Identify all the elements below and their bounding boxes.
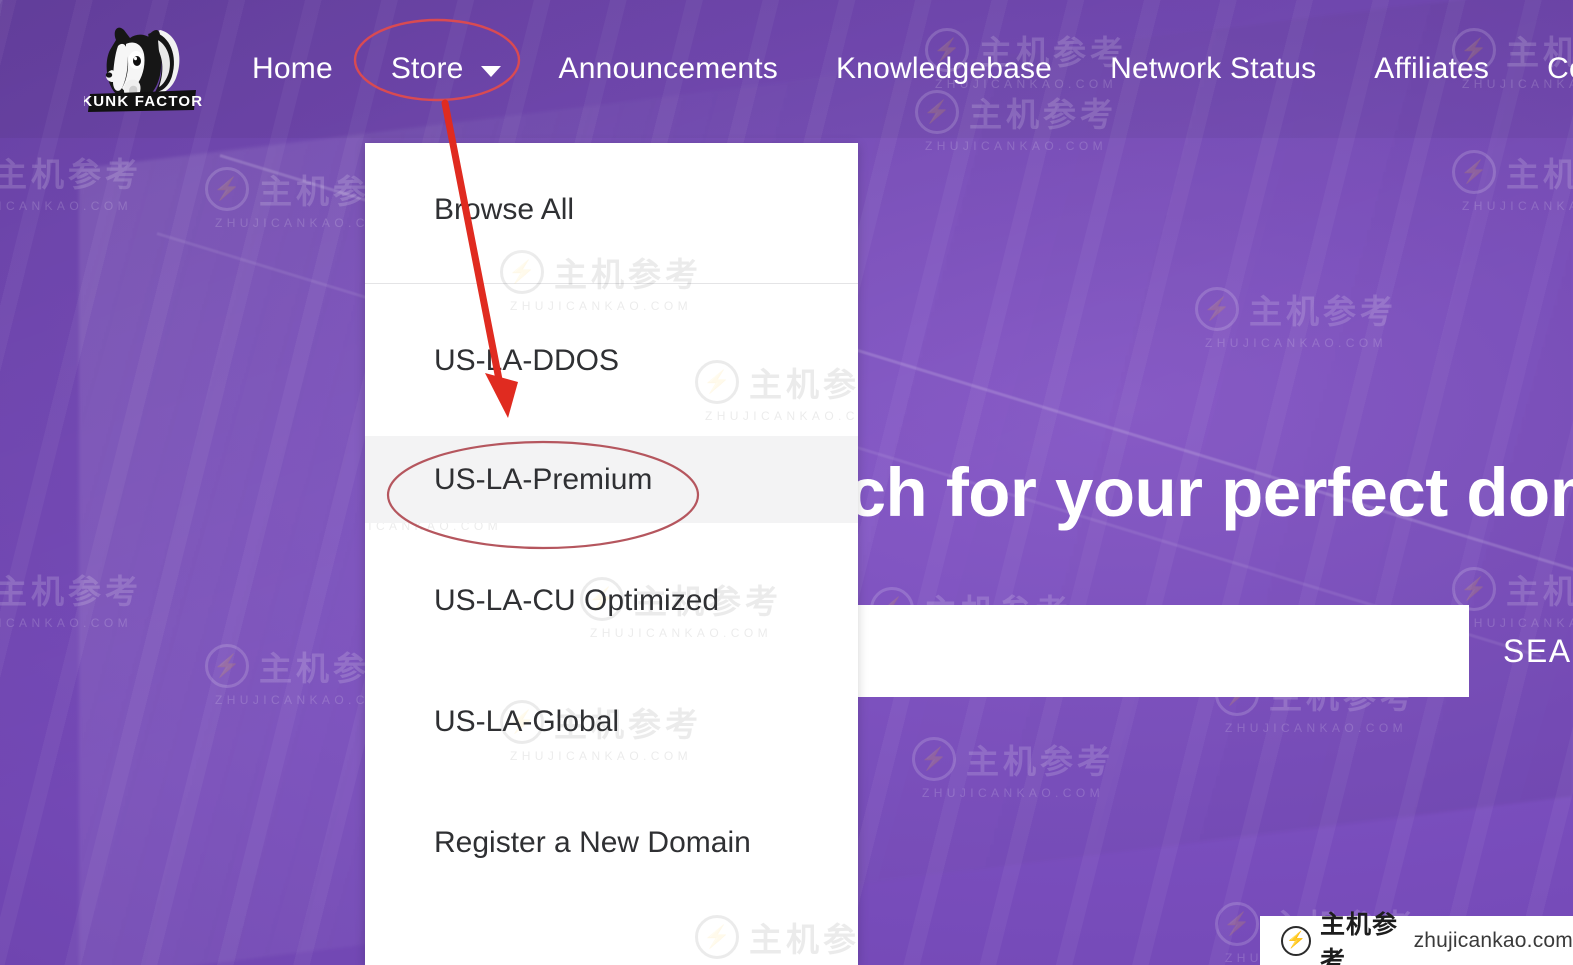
dropdown-spacer bbox=[365, 523, 858, 557]
nav-label: Home bbox=[252, 52, 333, 85]
badge-domain-label: zhujicankao.com bbox=[1413, 928, 1573, 952]
dropdown-item-label: US-LA-CU Optimized bbox=[434, 583, 720, 617]
dropdown-item-us-la-global[interactable]: US-LA-Global bbox=[365, 678, 858, 765]
nav-label: Announcements bbox=[558, 52, 778, 85]
dropdown-item-us-la-premium[interactable]: US-LA-Premium bbox=[365, 436, 858, 523]
search-button[interactable]: SEARCH bbox=[1469, 605, 1573, 697]
dropdown-item-label: US-LA-DDOS bbox=[434, 343, 620, 377]
page-root: 主机参考 ZHUJICANKAO.COM 主机参考 ZHUJICANKAO.CO… bbox=[0, 0, 1573, 965]
badge-cn-label: 主机参考 bbox=[1320, 910, 1399, 965]
nav-item-announcements[interactable]: Announcements bbox=[530, 52, 807, 86]
dropdown-item-us-la-ddos[interactable]: US-LA-DDOS bbox=[365, 317, 858, 404]
dropdown-spacer bbox=[365, 644, 858, 678]
nav-label: Network Status bbox=[1110, 52, 1317, 85]
nav-item-affiliates[interactable]: Affiliates bbox=[1345, 52, 1518, 86]
svg-text:SKUNK FACTORY: SKUNK FACTORY bbox=[84, 93, 202, 110]
nav-item-network-status[interactable]: Network Status bbox=[1081, 52, 1345, 86]
main-navigation: Home Store Announcements Knowledgebase N… bbox=[248, 0, 1573, 138]
dropdown-item-label: US-LA-Premium bbox=[434, 462, 653, 496]
watermark-cn: 主机参考 bbox=[749, 921, 858, 958]
lightning-circle-icon bbox=[695, 915, 739, 959]
nav-item-knowledgebase[interactable]: Knowledgebase bbox=[807, 52, 1081, 86]
store-dropdown-menu: 主机参考 ZHUJICANKAO.COM 主机参考 ZHUJICANKAO.CO… bbox=[365, 143, 858, 965]
watermark-tile: 主机参考 ZHUJICANKAO.COM bbox=[695, 913, 858, 965]
nav-label: Knowledgebase bbox=[835, 52, 1053, 85]
dropdown-spacer bbox=[365, 404, 858, 436]
dropdown-item-browse-all[interactable]: Browse All bbox=[365, 143, 858, 267]
dropdown-item-label: US-LA-Global bbox=[434, 704, 620, 738]
dropdown-item-register-new-domain[interactable]: Register a New Domain bbox=[365, 799, 858, 886]
nav-item-home[interactable]: Home bbox=[248, 52, 362, 86]
lightning-circle-icon bbox=[1281, 925, 1311, 956]
dropdown-item-label: Register a New Domain bbox=[434, 825, 751, 859]
dropdown-spacer bbox=[365, 284, 858, 317]
site-header: SKUNK FACTORY Home Store Announcements K… bbox=[0, 0, 1573, 138]
dropdown-item-label: Browse All bbox=[434, 193, 575, 226]
nav-label: Store bbox=[390, 52, 464, 85]
nav-label: Affiliates bbox=[1374, 52, 1490, 85]
nav-item-store[interactable]: Store bbox=[362, 52, 530, 86]
dropdown-item-us-la-cu-optimized[interactable]: US-LA-CU Optimized bbox=[365, 557, 858, 644]
skunk-factory-logo[interactable]: SKUNK FACTORY bbox=[84, 16, 202, 112]
dropdown-spacer bbox=[365, 765, 858, 799]
nav-item-contact[interactable]: Co bbox=[1518, 52, 1573, 86]
site-watermark-badge: 主机参考 zhujicankao.com bbox=[1260, 911, 1573, 965]
chevron-down-icon bbox=[480, 65, 501, 77]
nav-label: Co bbox=[1547, 52, 1573, 85]
